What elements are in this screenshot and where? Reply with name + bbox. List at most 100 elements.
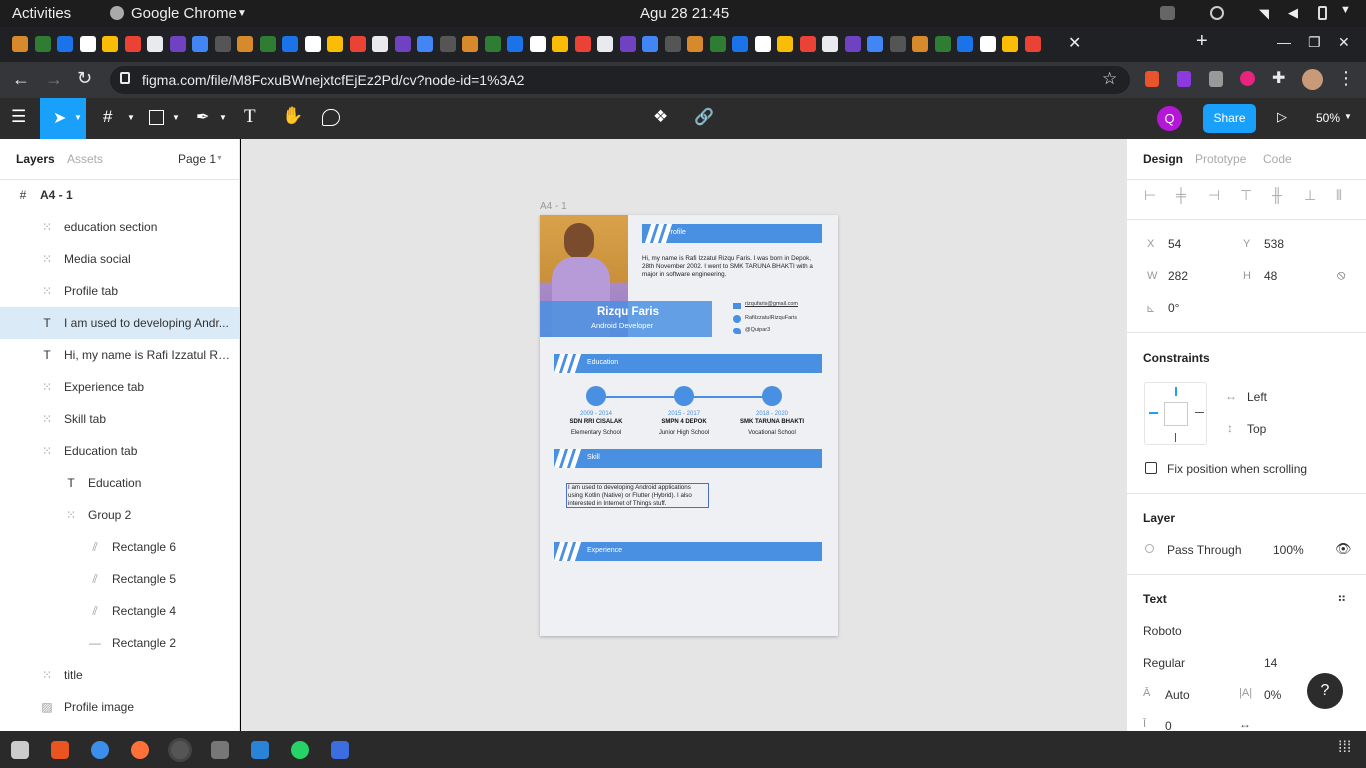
browser-tab-favicon[interactable] (552, 36, 568, 52)
browser-tab-favicon[interactable] (732, 36, 748, 52)
paragraph-spacing-input[interactable]: 0 (1165, 719, 1172, 731)
x-input[interactable]: 54 (1168, 237, 1181, 251)
browser-tab-favicon[interactable] (597, 36, 613, 52)
browser-tab-favicon[interactable] (259, 36, 276, 52)
browser-tab-favicon[interactable] (979, 36, 996, 52)
w-input[interactable]: 282 (1168, 269, 1188, 283)
frame-label[interactable]: A4 - 1 (540, 201, 567, 212)
pen-tool-icon[interactable]: ✒ (196, 107, 209, 127)
page-selector[interactable]: Page 1 (178, 152, 216, 166)
close-tab-icon[interactable]: ✕ (1068, 33, 1081, 53)
layer-row[interactable]: — Rectangle 2 (0, 627, 239, 659)
font-weight-select[interactable]: Regular (1143, 656, 1185, 670)
app-menu-chevron-icon[interactable]: ▼ (237, 8, 247, 19)
browser-tab-favicon[interactable] (192, 36, 208, 52)
layer-row[interactable]: ⫽ Rectangle 4 (0, 595, 239, 627)
settings-app-icon[interactable] (211, 741, 229, 759)
browser-tab-favicon[interactable] (282, 36, 298, 52)
browser-tab-favicon[interactable] (417, 36, 433, 52)
browser-tab-favicon[interactable] (754, 36, 771, 52)
browser-tab-favicon[interactable] (642, 36, 658, 52)
browser-tab-favicon[interactable] (889, 36, 906, 52)
browser-tab-favicon[interactable] (79, 36, 96, 52)
layer-row[interactable]: ⁙ Education tab (0, 435, 239, 467)
align-top-icon[interactable]: ⊤ (1240, 187, 1252, 204)
font-family-select[interactable]: Roboto (1143, 624, 1182, 638)
h-input[interactable]: 48 (1264, 269, 1277, 283)
user-avatar[interactable]: Q (1157, 106, 1182, 131)
browser-tab-favicon[interactable] (1024, 36, 1041, 52)
browser-tab-favicon[interactable] (237, 36, 253, 52)
link-icon[interactable]: 🔗 (694, 107, 714, 127)
browser-tab-favicon[interactable] (57, 36, 73, 52)
skill-text-selected[interactable]: I am used to developing Android applicat… (566, 483, 709, 508)
font-size-input[interactable]: 14 (1264, 656, 1277, 670)
align-center-h-icon[interactable]: ╪ (1176, 187, 1186, 203)
app-menu[interactable]: Google Chrome (131, 5, 237, 22)
browser-tab-favicon[interactable] (394, 36, 411, 52)
browser-tab-favicon[interactable] (372, 36, 388, 52)
back-icon[interactable]: ← (12, 69, 30, 90)
layer-row[interactable]: T Education (0, 467, 239, 499)
constraint-top-marker[interactable] (1175, 387, 1177, 396)
wifi-icon[interactable]: ◥ (1259, 6, 1269, 22)
comment-tool-icon[interactable] (322, 109, 340, 126)
layer-row[interactable]: # A4 - 1 (0, 179, 239, 211)
system-menu-chevron-icon[interactable]: ▼ (1340, 4, 1351, 16)
tab-code[interactable]: Code (1263, 152, 1292, 166)
layer-row[interactable]: ⁙ Experience tab (0, 371, 239, 403)
software-center-icon[interactable] (51, 741, 69, 759)
browser-tab-favicon[interactable] (349, 36, 366, 52)
layer-row[interactable]: ⁙ Profile tab (0, 275, 239, 307)
volume-icon[interactable]: ◀ (1288, 5, 1298, 21)
browser-tab-favicon[interactable] (709, 36, 726, 52)
text-styles-icon[interactable]: ⠶ (1337, 590, 1347, 606)
visibility-eye-icon[interactable]: 👁 (1335, 541, 1352, 557)
reload-icon[interactable]: ↻ (77, 68, 92, 89)
browser-tab-favicon[interactable] (12, 36, 28, 52)
browser-tab-favicon[interactable] (957, 36, 973, 52)
vertical-constraint-select[interactable]: Top (1247, 422, 1266, 436)
present-play-icon[interactable]: ▷ (1277, 109, 1287, 125)
bookmark-star-icon[interactable]: ☆ (1102, 69, 1117, 89)
browser-tab-favicon[interactable] (327, 36, 343, 52)
browser-tab-favicon[interactable] (102, 36, 118, 52)
align-right-icon[interactable]: ⊣ (1208, 187, 1220, 204)
browser-tab-favicon[interactable] (529, 36, 546, 52)
clock[interactable]: Agu 28 21:45 (640, 5, 729, 22)
chrome-dock-icon[interactable] (171, 741, 189, 759)
constraint-right-marker[interactable] (1195, 412, 1204, 413)
maximize-window-icon[interactable]: ❐ (1308, 34, 1321, 51)
align-bottom-icon[interactable]: ⊥ (1304, 187, 1316, 204)
new-tab-icon[interactable]: + (1196, 30, 1208, 53)
browser-tab-favicon[interactable] (439, 36, 456, 52)
whatsapp-app-icon[interactable] (291, 741, 309, 759)
browser-tab-favicon[interactable] (619, 36, 636, 52)
zoom-chevron-icon[interactable]: ▼ (1344, 112, 1352, 121)
browser-tab-favicon[interactable] (214, 36, 231, 52)
opacity-input[interactable]: 100% (1273, 543, 1304, 557)
constraints-widget[interactable] (1144, 382, 1207, 445)
activities-button[interactable]: Activities (12, 5, 71, 22)
layer-row[interactable]: T I am used to developing Andr... (0, 307, 239, 339)
window-app-icon[interactable] (251, 741, 269, 759)
extensions-puzzle-icon[interactable]: ✚ (1272, 68, 1285, 88)
browser-tab-favicon[interactable] (777, 36, 793, 52)
close-window-icon[interactable]: ✕ (1338, 34, 1350, 51)
line-height-input[interactable]: Auto (1165, 688, 1190, 702)
align-middle-v-icon[interactable]: ╫ (1272, 187, 1282, 203)
forward-icon[interactable]: → (45, 69, 63, 90)
extension-icon[interactable] (1209, 71, 1223, 87)
browser-tab-favicon[interactable] (687, 36, 703, 52)
chevron-down-icon[interactable]: ▼ (216, 155, 223, 162)
auto-width-icon[interactable]: ↔ (1239, 717, 1251, 731)
rotation-input[interactable]: 0° (1168, 301, 1179, 315)
browser-tab-favicon[interactable] (822, 36, 838, 52)
document-app-icon[interactable] (331, 741, 349, 759)
extension-icon[interactable] (1145, 71, 1159, 87)
align-left-icon[interactable]: ⊢ (1144, 187, 1156, 204)
browser-tab-favicon[interactable] (169, 36, 186, 52)
help-app-icon[interactable] (91, 741, 109, 759)
extension-icon[interactable] (1240, 71, 1255, 86)
frame-tool-icon[interactable]: # (103, 107, 112, 127)
